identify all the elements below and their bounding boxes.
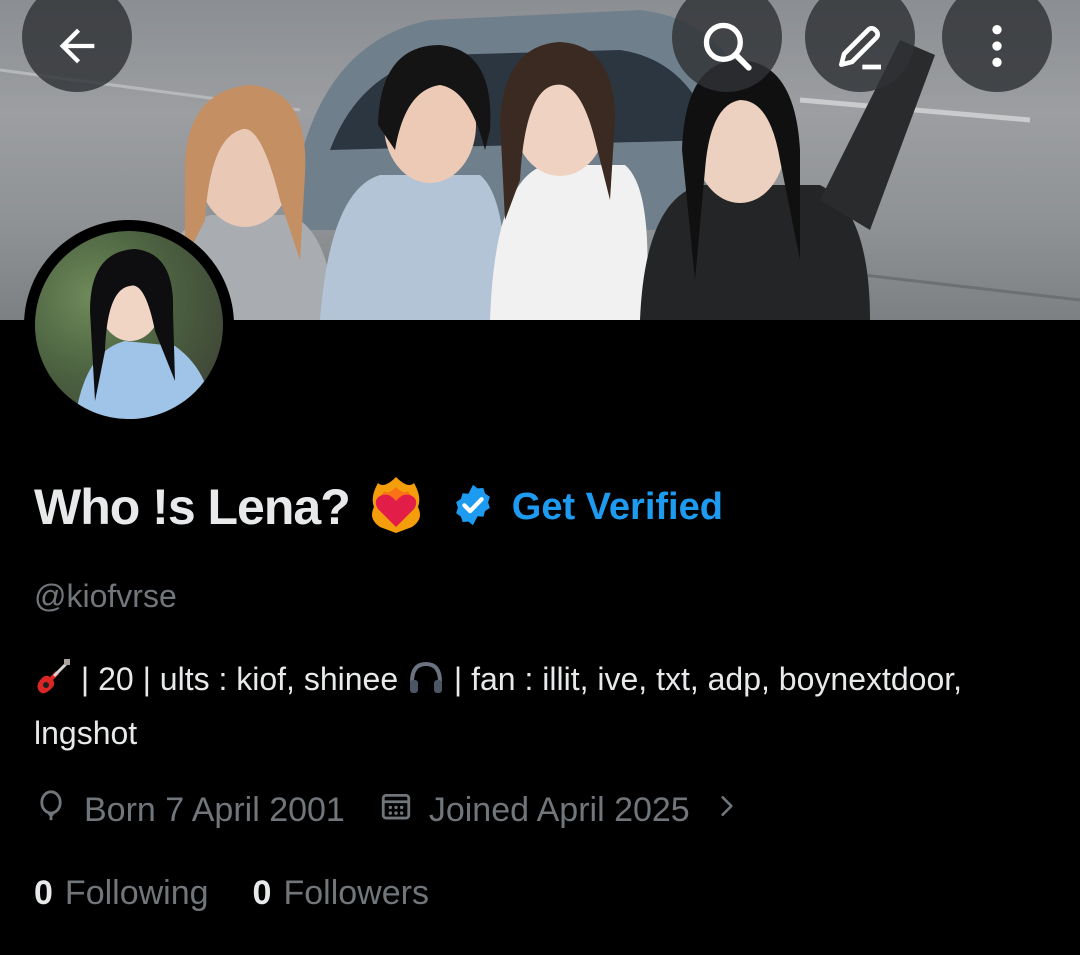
search-icon	[703, 22, 752, 71]
joined-date: Joined April 2025	[428, 790, 690, 829]
display-name: Who !s Lena?	[34, 479, 351, 535]
balloon-icon	[34, 789, 68, 832]
get-verified-link[interactable]: Get Verified	[512, 486, 723, 529]
followers-link[interactable]: 0 Followers	[253, 874, 429, 913]
calendar-icon	[379, 789, 413, 832]
profile-avatar[interactable]	[24, 220, 234, 430]
followers-label: Followers	[283, 873, 429, 912]
pencil-icon	[839, 26, 881, 70]
profile-meta: Born 7 April 2001 Joined April 2025	[34, 785, 740, 835]
chevron-right-icon[interactable]	[714, 791, 740, 830]
followers-count: 0	[252, 873, 272, 912]
follow-stats: 0 Following 0 Followers	[34, 868, 429, 918]
profile-bio: | 20 | ults : kiof, shinee | fan : illit…	[34, 655, 1044, 757]
more-vertical-icon	[992, 25, 1002, 67]
following-count: 0	[34, 873, 53, 912]
bio-text-1: | 20 | ults : kiof, shinee	[72, 661, 408, 697]
following-link[interactable]: 0 Following	[34, 874, 209, 913]
birth-date: Born 7 April 2001	[84, 790, 345, 829]
verified-badge-icon[interactable]	[450, 482, 496, 533]
guitar-emoji	[34, 658, 72, 709]
avatar-photo	[35, 231, 223, 419]
heart-on-fire-emoji	[368, 475, 424, 540]
profile-handle: @kiofvrse	[34, 578, 177, 614]
name-row: Who !s Lena? Get Verified	[34, 475, 723, 539]
headphones-emoji	[407, 658, 445, 709]
following-label: Following	[64, 873, 209, 912]
arrow-left-icon	[59, 28, 95, 64]
